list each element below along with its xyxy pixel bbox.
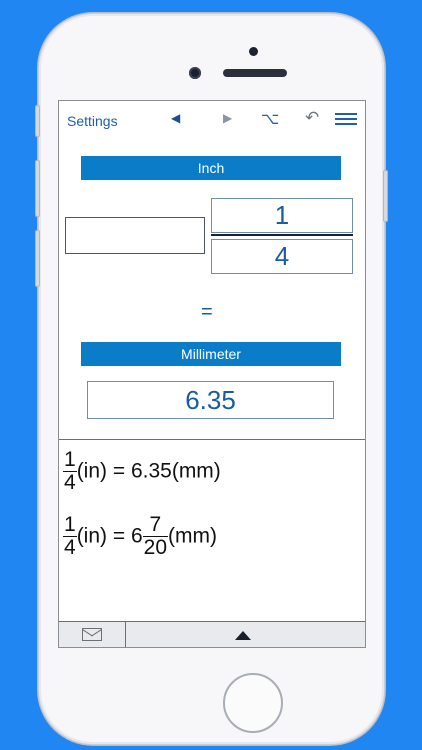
equation-line-2: 1 4 (in) = 6 7 20 (mm)	[63, 514, 217, 559]
bottom-bar	[59, 621, 365, 647]
volume-up-button	[35, 160, 40, 217]
fraction-numerator: 1	[63, 448, 77, 472]
equation-text: (in) = 6	[76, 524, 143, 548]
undo-icon[interactable]: ↶	[305, 108, 319, 128]
front-camera	[189, 67, 201, 79]
settings-button[interactable]: Settings	[67, 113, 118, 129]
next-triangle-icon[interactable]: ▶	[223, 111, 232, 125]
equation-text: (in) = 6.35(mm)	[76, 459, 221, 483]
mail-button[interactable]	[59, 622, 126, 647]
fraction-bar	[211, 234, 353, 236]
power-button	[383, 170, 388, 222]
from-unit-label[interactable]: Inch	[81, 156, 341, 180]
sensor-dot	[249, 47, 258, 56]
to-unit-label[interactable]: Millimeter	[81, 342, 341, 366]
expand-up-icon[interactable]	[235, 631, 251, 640]
divider	[59, 439, 365, 440]
mixed-numerator: 7	[142, 514, 168, 537]
option-key-icon[interactable]: ⌥	[261, 109, 279, 129]
result-value: 6.35	[87, 381, 334, 419]
whole-number-input[interactable]	[65, 217, 205, 254]
app-screen: Settings ◀ ▶ ⌥ ↶ Inch 1 4 = Millimeter 6…	[58, 100, 366, 648]
equals-sign: =	[201, 301, 213, 323]
fraction: 1 4	[63, 514, 77, 559]
fraction-denominator: 4	[64, 536, 76, 559]
fraction-denominator: 4	[64, 471, 76, 494]
mute-switch	[35, 105, 40, 137]
menu-icon[interactable]	[335, 113, 357, 128]
denominator-input[interactable]: 4	[211, 239, 353, 274]
fraction: 1 4	[63, 449, 77, 494]
earpiece-speaker	[223, 69, 287, 77]
toolbar: Settings ◀ ▶ ⌥ ↶	[59, 101, 365, 141]
equation-unit: (mm)	[168, 524, 217, 548]
fraction-numerator: 1	[63, 513, 77, 537]
mixed-denominator: 20	[143, 536, 167, 559]
volume-down-button	[35, 230, 40, 287]
numerator-input[interactable]: 1	[211, 198, 353, 233]
prev-triangle-icon[interactable]: ◀	[171, 111, 180, 125]
mixed-fraction: 7 20	[142, 514, 168, 559]
home-button[interactable]	[223, 673, 283, 733]
equation-line-1: 1 4 (in) = 6.35(mm)	[63, 449, 221, 494]
mail-icon	[82, 628, 102, 641]
